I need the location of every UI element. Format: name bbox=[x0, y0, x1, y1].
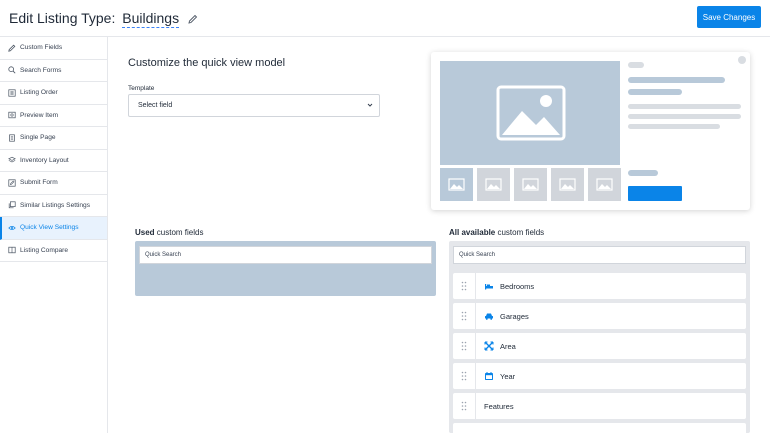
drag-handle-icon[interactable] bbox=[453, 281, 475, 291]
image-placeholder-icon bbox=[496, 85, 566, 141]
preview-thumbnail bbox=[440, 168, 473, 201]
chevron-down-icon bbox=[366, 95, 374, 124]
sidebar-item-preview-item[interactable]: Preview Item bbox=[0, 105, 107, 127]
title-prefix: Edit Listing Type: bbox=[9, 10, 116, 26]
bed-icon bbox=[484, 281, 494, 291]
preview-close-dot bbox=[738, 56, 746, 64]
page-icon bbox=[9, 134, 15, 142]
edit-pencil-icon[interactable] bbox=[188, 11, 198, 27]
drag-handle-icon[interactable] bbox=[453, 341, 475, 351]
preview-thumbnail bbox=[551, 168, 584, 201]
sidebar-item-label: Similar Listings Settings bbox=[20, 201, 90, 209]
available-quick-search-input[interactable]: Quick Search bbox=[453, 246, 746, 264]
preview-text-line bbox=[628, 114, 741, 119]
expand-icon bbox=[484, 341, 494, 351]
template-select[interactable]: Select field bbox=[128, 94, 380, 117]
sidebar-item-label: Quick View Settings bbox=[20, 224, 79, 232]
list-item-bedrooms[interactable]: Bedrooms bbox=[453, 273, 746, 299]
drag-handle-icon[interactable] bbox=[453, 401, 475, 411]
template-select-value: Select field bbox=[138, 102, 173, 109]
sidebar-item-label: Search Forms bbox=[20, 66, 62, 74]
preview-text-line bbox=[628, 170, 658, 176]
sidebar-item-listing-order[interactable]: Listing Order bbox=[0, 82, 107, 105]
list-item-features[interactable]: Features bbox=[453, 393, 746, 419]
image-placeholder-icon bbox=[522, 178, 539, 191]
sidebar-item-submit-form[interactable]: Submit Form bbox=[0, 172, 107, 195]
car-icon bbox=[484, 311, 494, 321]
image-placeholder-icon bbox=[448, 178, 465, 191]
search-icon bbox=[8, 66, 16, 74]
listing-type-name[interactable]: Buildings bbox=[122, 10, 180, 28]
field-label: Features bbox=[484, 401, 514, 411]
preview-text-line bbox=[628, 124, 720, 129]
preview-thumbnail bbox=[477, 168, 510, 201]
field-label: Garages bbox=[500, 311, 529, 321]
field-label: Area bbox=[500, 341, 516, 351]
available-label-bold: All available bbox=[449, 228, 496, 237]
used-quick-search-input[interactable]: Quick Search bbox=[139, 246, 432, 264]
sidebar-item-quick-view-settings[interactable]: Quick View Settings bbox=[0, 217, 107, 240]
preview-icon bbox=[8, 112, 16, 119]
pencil-icon bbox=[8, 44, 16, 52]
sidebar-item-listing-compare[interactable]: Listing Compare bbox=[0, 240, 107, 262]
preview-thumbnail bbox=[514, 168, 547, 201]
preview-thumbnail bbox=[588, 168, 621, 201]
list-item-year[interactable]: Year bbox=[453, 363, 746, 389]
sidebar-item-similar-listings-settings[interactable]: Similar Listings Settings bbox=[0, 195, 107, 217]
layers-icon bbox=[8, 157, 16, 163]
sidebar-item-label: Custom Fields bbox=[20, 44, 63, 52]
field-label: Year bbox=[500, 371, 516, 381]
preview-text-line bbox=[628, 89, 682, 95]
copy-icon bbox=[8, 201, 16, 209]
sidebar-item-inventory-layout[interactable]: Inventory Layout bbox=[0, 150, 107, 172]
preview-text-line bbox=[628, 62, 644, 68]
template-label: Template bbox=[128, 85, 155, 92]
sidebar-item-search-forms[interactable]: Search Forms bbox=[0, 60, 107, 82]
available-fields-label: All available custom fields bbox=[449, 228, 544, 237]
edit-form-icon bbox=[8, 179, 16, 187]
field-label: Bedrooms bbox=[500, 281, 535, 291]
page-title: Edit Listing Type: Buildings bbox=[9, 10, 198, 28]
sidebar-item-label: Single Page bbox=[20, 134, 56, 142]
sidebar-item-label: Submit Form bbox=[20, 179, 58, 187]
list-item[interactable] bbox=[453, 423, 746, 433]
preview-main-image bbox=[440, 61, 620, 165]
image-placeholder-icon bbox=[559, 178, 576, 191]
quick-view-preview bbox=[431, 52, 750, 210]
image-placeholder-icon bbox=[485, 178, 502, 191]
sidebar-item-label: Listing Order bbox=[20, 89, 58, 97]
eye-icon bbox=[8, 225, 16, 230]
drag-handle-icon[interactable] bbox=[453, 371, 475, 381]
section-title: Customize the quick view model bbox=[128, 57, 286, 69]
sidebar-item-label: Inventory Layout bbox=[20, 156, 69, 164]
list-item-area[interactable]: Area bbox=[453, 333, 746, 359]
sidebar-item-label: Listing Compare bbox=[20, 246, 69, 254]
preview-text-line bbox=[628, 77, 725, 83]
compare-icon bbox=[8, 247, 16, 254]
image-placeholder-icon bbox=[596, 178, 613, 191]
calendar-icon bbox=[484, 371, 494, 381]
preview-text-line bbox=[628, 104, 741, 109]
preview-button bbox=[628, 186, 682, 201]
used-label-bold: Used bbox=[135, 228, 155, 237]
sidebar-item-custom-fields[interactable]: Custom Fields bbox=[0, 37, 107, 60]
used-label-rest: custom fields bbox=[154, 228, 204, 237]
used-fields-label: Used custom fields bbox=[135, 228, 203, 237]
list-order-icon bbox=[8, 89, 16, 97]
available-label-rest: custom fields bbox=[495, 228, 545, 237]
sidebar-item-label: Preview Item bbox=[20, 111, 59, 119]
sidebar: Custom Fields Search Forms Listing Order… bbox=[0, 37, 108, 433]
save-changes-button[interactable]: Save Changes bbox=[697, 6, 761, 28]
sidebar-item-single-page[interactable]: Single Page bbox=[0, 127, 107, 150]
header: Edit Listing Type: Buildings Save Change… bbox=[0, 0, 770, 37]
list-item-garages[interactable]: Garages bbox=[453, 303, 746, 329]
drag-handle-icon[interactable] bbox=[453, 311, 475, 321]
